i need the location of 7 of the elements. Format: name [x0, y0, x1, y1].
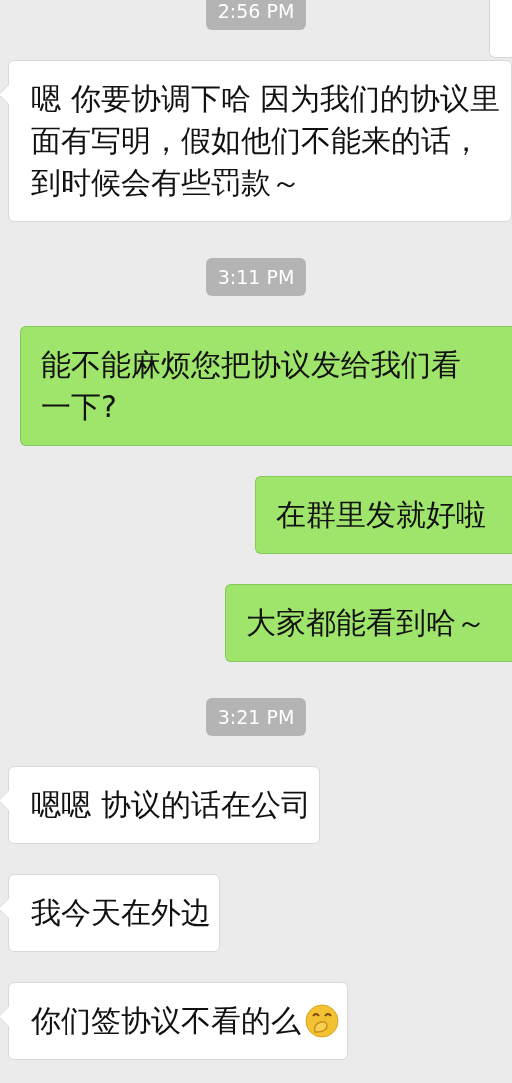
timestamp: 3:21 PM — [205, 698, 307, 736]
sent-message: 大家都能看到哈～ — [225, 584, 512, 662]
timestamp: 3:11 PM — [205, 258, 307, 296]
sent-message: 能不能麻烦您把协议发给我们看一下? — [20, 326, 512, 446]
sent-message: 在群里发就好啦 — [255, 476, 512, 554]
message-bubble — [489, 0, 512, 58]
timestamp: 2:56 PM — [205, 0, 307, 30]
